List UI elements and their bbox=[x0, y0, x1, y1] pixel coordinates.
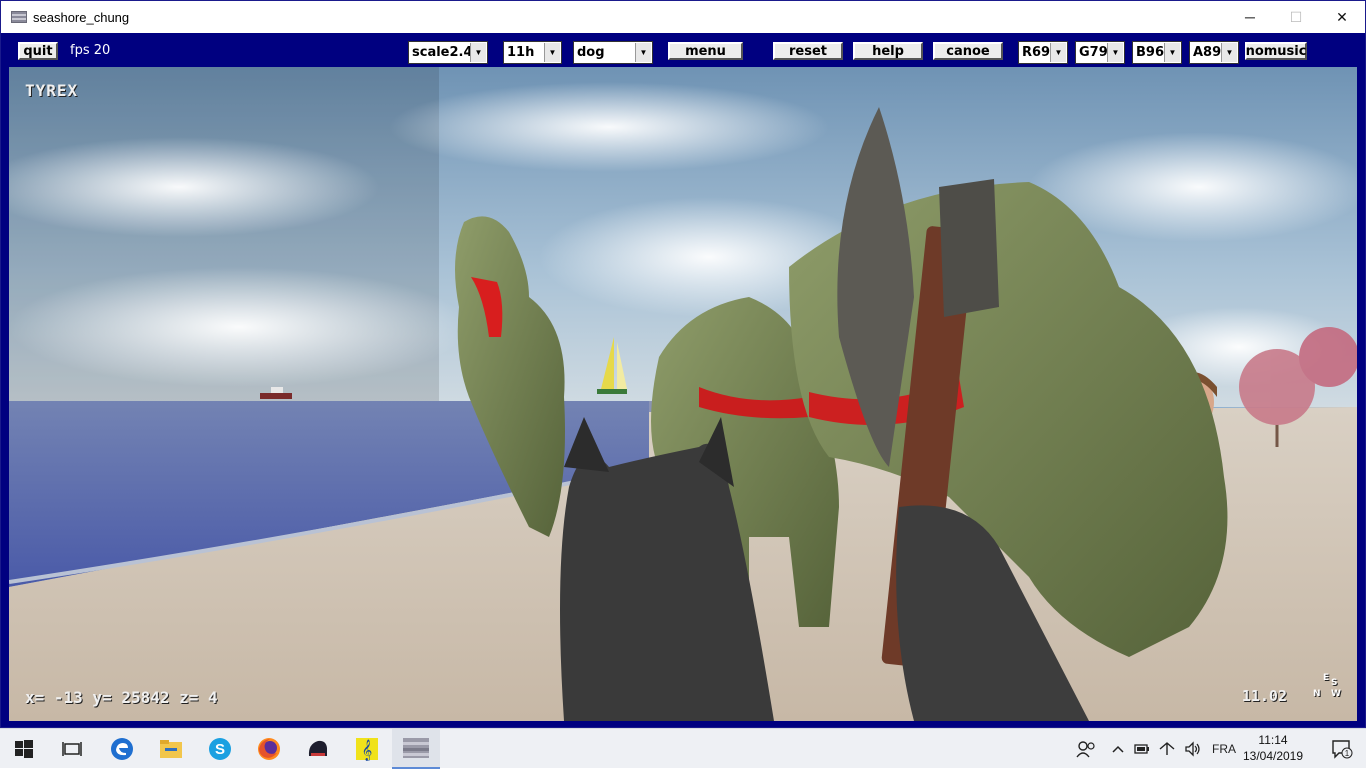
music-app-taskbar-button[interactable]: 𝄞 bbox=[343, 729, 391, 769]
volume-icon[interactable] bbox=[1184, 741, 1202, 757]
app-area: quit fps 20 scale2.4 ▼ 11h ▼ dog ▼ menu … bbox=[1, 33, 1365, 727]
piano-app-taskbar-button[interactable] bbox=[294, 729, 342, 769]
piano-app-icon bbox=[308, 740, 327, 756]
task-view-icon bbox=[62, 742, 82, 756]
animal-select-value: dog bbox=[577, 45, 605, 60]
nomusic-button[interactable]: nomusic bbox=[1245, 42, 1307, 60]
scene-render bbox=[9, 67, 1357, 721]
clock-time: 11:14 bbox=[1258, 733, 1288, 747]
taskbar: S 𝄞 FRA 11:14 13/04/2019 1 bbox=[0, 728, 1366, 769]
red-select-value: R69 bbox=[1022, 45, 1050, 60]
action-center-button[interactable]: 1 bbox=[1318, 729, 1366, 769]
red-select[interactable]: R69 ▼ bbox=[1018, 41, 1068, 64]
game-viewport[interactable]: TYREX x= -13 y= 25842 z= 4 11.02 E S N W bbox=[9, 67, 1357, 721]
start-button[interactable] bbox=[0, 729, 48, 769]
scale-select[interactable]: scale2.4 ▼ bbox=[408, 41, 488, 64]
title-bar[interactable]: seashore_chung ─ ☐ ✕ bbox=[1, 1, 1365, 33]
task-view-button[interactable] bbox=[48, 729, 96, 769]
minimize-button[interactable]: ─ bbox=[1227, 1, 1273, 33]
start-icon bbox=[15, 740, 33, 758]
hour-select-value: 11h bbox=[507, 45, 535, 60]
compass-right: S bbox=[1331, 678, 1338, 688]
cloud bbox=[389, 82, 829, 172]
distant-ship bbox=[260, 393, 292, 399]
chevron-down-icon: ▼ bbox=[470, 43, 486, 62]
cloud bbox=[9, 267, 469, 387]
blue-select[interactable]: B96 ▼ bbox=[1132, 41, 1182, 64]
clock-date: 13/04/2019 bbox=[1242, 749, 1304, 763]
app-icon bbox=[11, 11, 27, 23]
game-time: 11.02 bbox=[1241, 687, 1287, 705]
battery-icon[interactable] bbox=[1134, 743, 1150, 755]
file-explorer-icon bbox=[160, 740, 182, 758]
svg-text:𝄞: 𝄞 bbox=[362, 740, 373, 761]
edge-icon bbox=[111, 738, 133, 760]
chevron-down-icon: ▼ bbox=[1107, 43, 1123, 62]
people-icon[interactable] bbox=[1076, 740, 1096, 758]
firefox-icon bbox=[258, 738, 280, 760]
canoe-button[interactable]: canoe bbox=[933, 42, 1003, 60]
window-title: seashore_chung bbox=[33, 9, 130, 25]
reset-button[interactable]: reset bbox=[773, 42, 843, 60]
animal-select[interactable]: dog ▼ bbox=[573, 41, 653, 64]
scale-select-value: scale2.4 bbox=[412, 45, 470, 60]
notification-icon: 1 bbox=[1332, 740, 1353, 759]
close-button[interactable]: ✕ bbox=[1319, 1, 1365, 33]
app-window: seashore_chung ─ ☐ ✕ quit fps 20 scale2.… bbox=[0, 0, 1366, 728]
chevron-down-icon: ▼ bbox=[1050, 43, 1066, 62]
chevron-up-icon[interactable] bbox=[1112, 744, 1124, 754]
chevron-down-icon: ▼ bbox=[1221, 43, 1237, 62]
quit-button[interactable]: quit bbox=[18, 42, 58, 60]
green-select[interactable]: G79 ▼ bbox=[1075, 41, 1125, 64]
skype-icon: S bbox=[209, 738, 231, 760]
chevron-down-icon: ▼ bbox=[1164, 43, 1180, 62]
file-explorer-taskbar-button[interactable] bbox=[147, 729, 195, 769]
green-select-value: G79 bbox=[1079, 45, 1107, 60]
compass-bottom-left: N bbox=[1313, 689, 1321, 699]
music-app-icon: 𝄞 bbox=[356, 738, 378, 761]
creature-name: TYREX bbox=[25, 81, 79, 100]
menu-button[interactable]: menu bbox=[668, 42, 743, 60]
seashore-app-icon bbox=[403, 738, 429, 758]
seashore-taskbar-button[interactable] bbox=[392, 729, 440, 769]
fps-counter: fps 20 bbox=[70, 43, 111, 58]
alpha-select-value: A89 bbox=[1193, 45, 1221, 60]
help-button[interactable]: help bbox=[853, 42, 923, 60]
chevron-down-icon: ▼ bbox=[635, 43, 651, 62]
skype-taskbar-button[interactable]: S bbox=[196, 729, 244, 769]
sailboat-hull bbox=[597, 389, 627, 394]
network-icon[interactable] bbox=[1158, 741, 1176, 757]
taskbar-clock[interactable]: 11:14 13/04/2019 bbox=[1238, 732, 1308, 764]
compass-bottom-right: W bbox=[1331, 689, 1341, 699]
maximize-button[interactable]: ☐ bbox=[1273, 1, 1319, 33]
edge-taskbar-button[interactable] bbox=[98, 729, 146, 769]
compass: E S N W bbox=[1309, 673, 1343, 703]
window-controls: ─ ☐ ✕ bbox=[1227, 1, 1365, 33]
firefox-taskbar-button[interactable] bbox=[245, 729, 293, 769]
position-readout: x= -13 y= 25842 z= 4 bbox=[25, 688, 218, 707]
language-indicator[interactable]: FRA bbox=[1212, 742, 1236, 756]
toolbar: quit fps 20 scale2.4 ▼ 11h ▼ dog ▼ menu … bbox=[1, 33, 1365, 65]
svg-text:S: S bbox=[215, 741, 225, 758]
compass-top: E bbox=[1323, 673, 1330, 683]
blue-select-value: B96 bbox=[1136, 45, 1164, 60]
notification-count: 1 bbox=[1345, 749, 1350, 758]
system-tray: FRA bbox=[1076, 729, 1236, 769]
hour-select[interactable]: 11h ▼ bbox=[503, 41, 562, 64]
alpha-select[interactable]: A89 ▼ bbox=[1189, 41, 1239, 64]
distant-ship-deck bbox=[271, 387, 283, 393]
chevron-down-icon: ▼ bbox=[544, 43, 560, 62]
